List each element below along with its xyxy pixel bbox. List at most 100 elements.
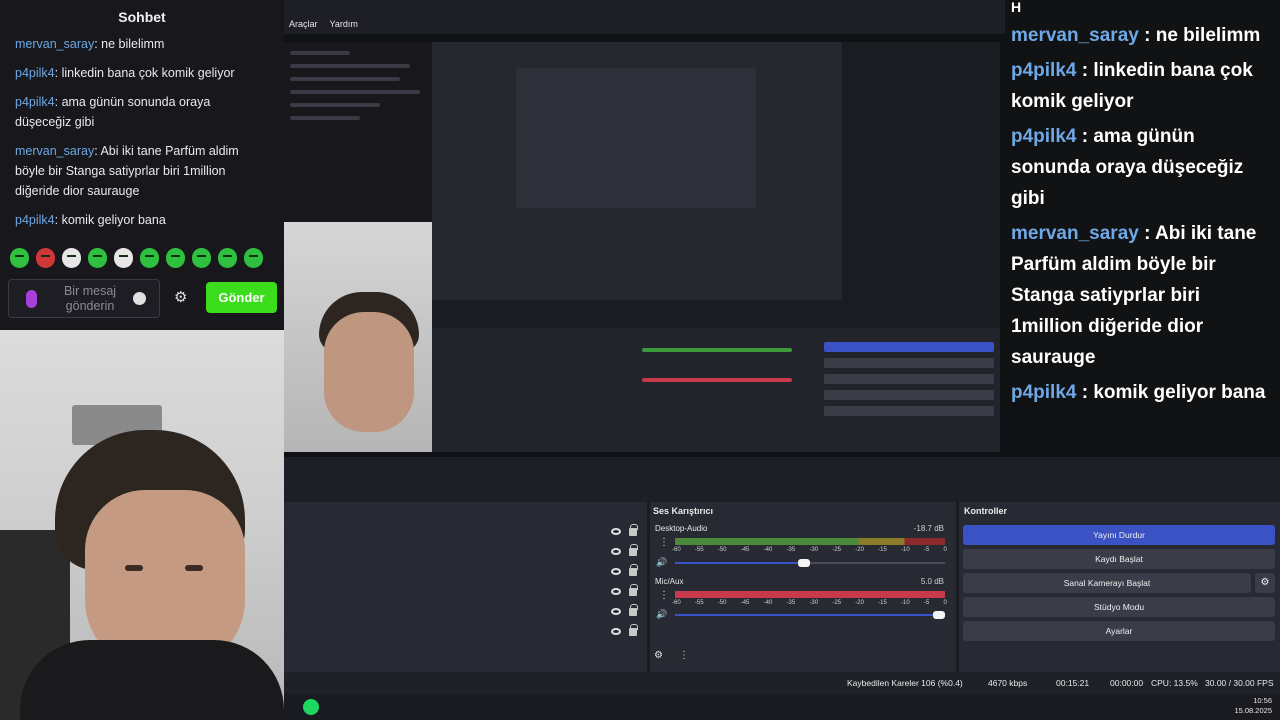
spotify-icon[interactable] [303,699,319,715]
emote-icon[interactable] [114,248,133,268]
nested-webcam [284,222,432,452]
chat-panel: Sohbet mervan_saray: ne bilelimm p4pilk4:… [0,0,284,330]
overlay-message: mervan_saray : ne bilelimm [1005,20,1280,51]
gear-icon[interactable]: ⚙ [1255,573,1275,593]
volume-handle[interactable] [798,559,810,567]
meter-tick-label: -55 [694,600,704,606]
lock-icon[interactable] [629,624,638,636]
overlay-text: : Abi iki tane Parfüm aldim böyle bir St… [1011,223,1257,368]
kebab-icon[interactable]: ⋮ [659,590,669,601]
emote-icon[interactable] [244,248,263,268]
kebab-icon[interactable]: ⋮ [659,537,669,548]
lock-icon[interactable] [629,564,638,576]
overlay-username: p4pilk4 [1011,60,1077,81]
obs-docks: Ses Karıştırıcı Desktop-Audio -18.7 dB ⋮… [284,502,1280,672]
chat-message: mervan_saray: ne bilelimm [0,34,284,54]
source-row[interactable] [611,604,651,620]
overlay-text: : komik geliyor bana [1076,382,1266,403]
meter-tick-label: 0 [943,600,947,606]
chat-message: p4pilk4: komik geliyor bana [0,210,284,230]
stop-stream-button[interactable]: Yayını Durdur [963,525,1275,545]
meter-tick-label: -30 [809,600,819,606]
chat-title: Sohbet [118,9,166,25]
emote-icon[interactable] [36,248,55,268]
chat-username[interactable]: mervan_saray [15,37,94,51]
chat-input[interactable]: Bir mesaj gönderin [8,279,160,318]
clock-time: 10:56 [1253,696,1272,705]
eye-icon[interactable] [611,608,621,615]
volume-slider[interactable] [675,611,945,619]
channel-db: 5.0 dB [920,577,944,586]
gear-icon[interactable]: ⚙ [174,288,187,306]
meter-tick-label: -55 [694,547,704,553]
kebab-icon[interactable]: ⋮ [679,650,689,661]
clock: 10:56 15.08.2025 [1234,696,1272,716]
mic-icon[interactable] [26,290,37,308]
meter-tick-label: -35 [786,547,796,553]
emote-icon[interactable] [88,248,107,268]
eye-icon[interactable] [611,588,621,595]
emote-icon[interactable] [62,248,81,268]
lock-icon[interactable] [629,544,638,556]
meter-tick-label: -5 [923,547,930,553]
emote-bar [10,248,263,268]
chat-message-list: mervan_saray: ne bilelimm p4pilk4: linked… [0,34,284,230]
menu-tools[interactable]: Araçlar [289,14,318,34]
meter-tick-label: -5 [923,600,930,606]
volume-handle[interactable] [933,611,945,619]
meter-tick-label: -45 [740,547,750,553]
audio-mixer: Desktop-Audio -18.7 dB ⋮ -60 -55 -50 -45 -40… [650,522,950,672]
source-row[interactable] [611,564,651,580]
chat-input-placeholder: Bir mesaj gönderin [63,284,117,313]
speaker-icon[interactable]: 🔊 [656,609,667,620]
send-button[interactable]: Gönder [206,282,277,313]
lock-icon[interactable] [629,584,638,596]
eye-icon[interactable] [611,528,621,535]
speaker-icon[interactable]: 🔊 [656,557,667,568]
chat-username[interactable]: mervan_saray [15,144,94,158]
dropped-frames: Kaybedilen Kareler 106 (%0.4) [847,678,963,688]
volume-slider[interactable] [675,559,945,567]
channel-name: Desktop-Audio [655,524,708,533]
overlay-message: mervan_saray : Abi iki tane Parfüm aldim… [1005,218,1280,373]
emote-icon[interactable] [140,248,159,268]
level-meter [675,538,945,545]
start-record-button[interactable]: Kaydı Başlat [963,549,1275,569]
lock-icon[interactable] [629,604,638,616]
overlay-message-list: mervan_saray : ne bilelimm p4pilk4 : link… [1005,20,1280,408]
meter-tick-label: -20 [855,547,864,553]
virtual-camera-button[interactable]: Sanal Kamerayı Başlat [963,573,1251,593]
eye-icon[interactable] [611,628,621,635]
emote-icon[interactable] [192,248,211,268]
overlay-text: : ne bilelimm [1138,25,1261,46]
source-row[interactable] [611,624,651,640]
nested-chat [284,42,432,222]
screen: Sohbet mervan_saray: ne bilelimm p4pilk4:… [0,0,1280,720]
emote-icon[interactable] [10,248,29,268]
chat-username[interactable]: p4pilk4 [15,213,55,227]
lock-icon[interactable] [629,524,638,536]
source-row[interactable] [611,584,651,600]
eye-icon[interactable] [611,548,621,555]
chat-username[interactable]: p4pilk4 [15,95,55,109]
chat-overlay: H mervan_saray : ne bilelimm p4pilk4 : li… [1005,0,1280,410]
emote-icon[interactable] [218,248,237,268]
meter-tick-label: -25 [832,600,842,606]
menu-help[interactable]: Yardım [330,14,358,34]
overlay-header: H [1011,0,1022,15]
source-row[interactable] [611,544,651,560]
source-row[interactable] [611,524,651,540]
settings-button[interactable]: Ayarlar [963,621,1275,641]
bitrate: 4670 kbps [988,678,1028,688]
person-eye [185,565,203,571]
menu-bar: Araçlar Yardım [284,14,358,34]
emoji-picker-icon[interactable] [133,292,146,305]
eye-icon[interactable] [611,568,621,575]
chat-username[interactable]: p4pilk4 [15,66,55,80]
overlay-username: mervan_saray [1011,25,1139,46]
mixer-title: Ses Karıştırıcı [653,506,714,516]
meter-tick-label: -25 [832,547,842,553]
emote-icon[interactable] [166,248,185,268]
mixer-settings-icon[interactable]: ⚙ [654,650,663,661]
studio-mode-button[interactable]: Stüdyo Modu [963,597,1275,617]
